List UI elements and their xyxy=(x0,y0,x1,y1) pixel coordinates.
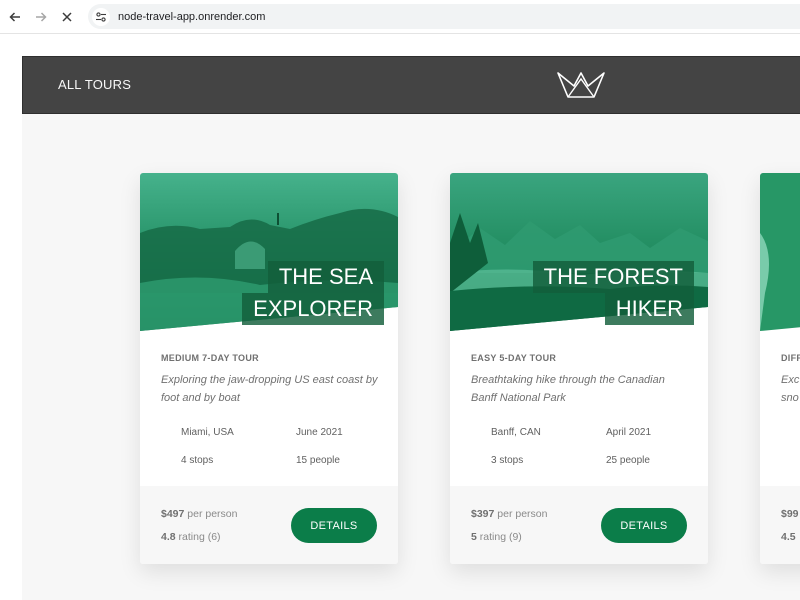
tour-summary: Breathtaking hike through the Canadian B… xyxy=(471,374,665,404)
tour-card: DIFF Exc sno $99 4.5 xyxy=(760,173,800,564)
tour-summary: Exc sno xyxy=(781,374,800,404)
address-bar[interactable]: node-travel-app.onrender.com xyxy=(88,4,800,29)
card-footer: $497 per person 4.8 rating (6) DETAILS xyxy=(140,486,398,564)
tour-date: June 2021 xyxy=(296,427,343,438)
stop-loading-icon[interactable] xyxy=(58,8,76,26)
tour-card: THE FOREST HIKER EASY 5-DAY TOUR Breatht… xyxy=(450,173,708,564)
tour-price: $99 xyxy=(781,508,799,520)
page-content: ALL TOURS THE SEA EXPLORER MEDIUM 7-DAY … xyxy=(22,56,800,600)
tour-stops: 3 stops xyxy=(491,455,524,466)
tour-date: April 2021 xyxy=(606,427,652,438)
tour-stops: 4 stops xyxy=(181,455,214,466)
tour-difficulty-duration: MEDIUM 7-DAY TOUR xyxy=(161,353,259,363)
url-text[interactable]: node-travel-app.onrender.com xyxy=(118,11,265,23)
tour-location: Banff, CAN xyxy=(491,427,541,438)
tour-group-size: 25 people xyxy=(606,455,650,466)
tour-location: Miami, USA xyxy=(181,427,234,438)
tour-price: $397 per person xyxy=(471,508,548,520)
card-footer: $99 4.5 xyxy=(760,486,800,564)
back-arrow-icon[interactable] xyxy=(6,8,24,26)
tour-title: THE FOREST HIKER xyxy=(532,261,694,325)
all-tours-link[interactable]: ALL TOURS xyxy=(58,77,131,92)
site-header: ALL TOURS xyxy=(22,56,800,114)
tour-cover-image xyxy=(760,173,800,331)
site-settings-icon[interactable] xyxy=(92,7,110,26)
tour-card: THE SEA EXPLORER MEDIUM 7-DAY TOUR Explo… xyxy=(140,173,398,564)
tour-group-size: 15 people xyxy=(296,455,340,466)
card-footer: $397 per person 5 rating (9) DETAILS xyxy=(450,486,708,564)
tour-summary: Exploring the jaw-dropping US east coast… xyxy=(161,374,378,404)
tour-difficulty-duration: DIFF xyxy=(781,353,800,363)
tour-title: THE SEA EXPLORER xyxy=(242,261,384,325)
tour-price: $497 per person xyxy=(161,508,238,520)
tour-rating: 4.8 rating (6) xyxy=(161,531,221,543)
tour-rating: 5 rating (9) xyxy=(471,531,522,543)
crown-logo-icon[interactable] xyxy=(555,70,607,100)
tour-rating: 4.5 xyxy=(781,531,796,543)
forward-arrow-icon[interactable] xyxy=(32,8,50,26)
details-button[interactable]: DETAILS xyxy=(291,508,377,543)
details-button[interactable]: DETAILS xyxy=(601,508,687,543)
browser-toolbar: node-travel-app.onrender.com xyxy=(0,0,800,34)
tour-difficulty-duration: EASY 5-DAY TOUR xyxy=(471,353,557,363)
